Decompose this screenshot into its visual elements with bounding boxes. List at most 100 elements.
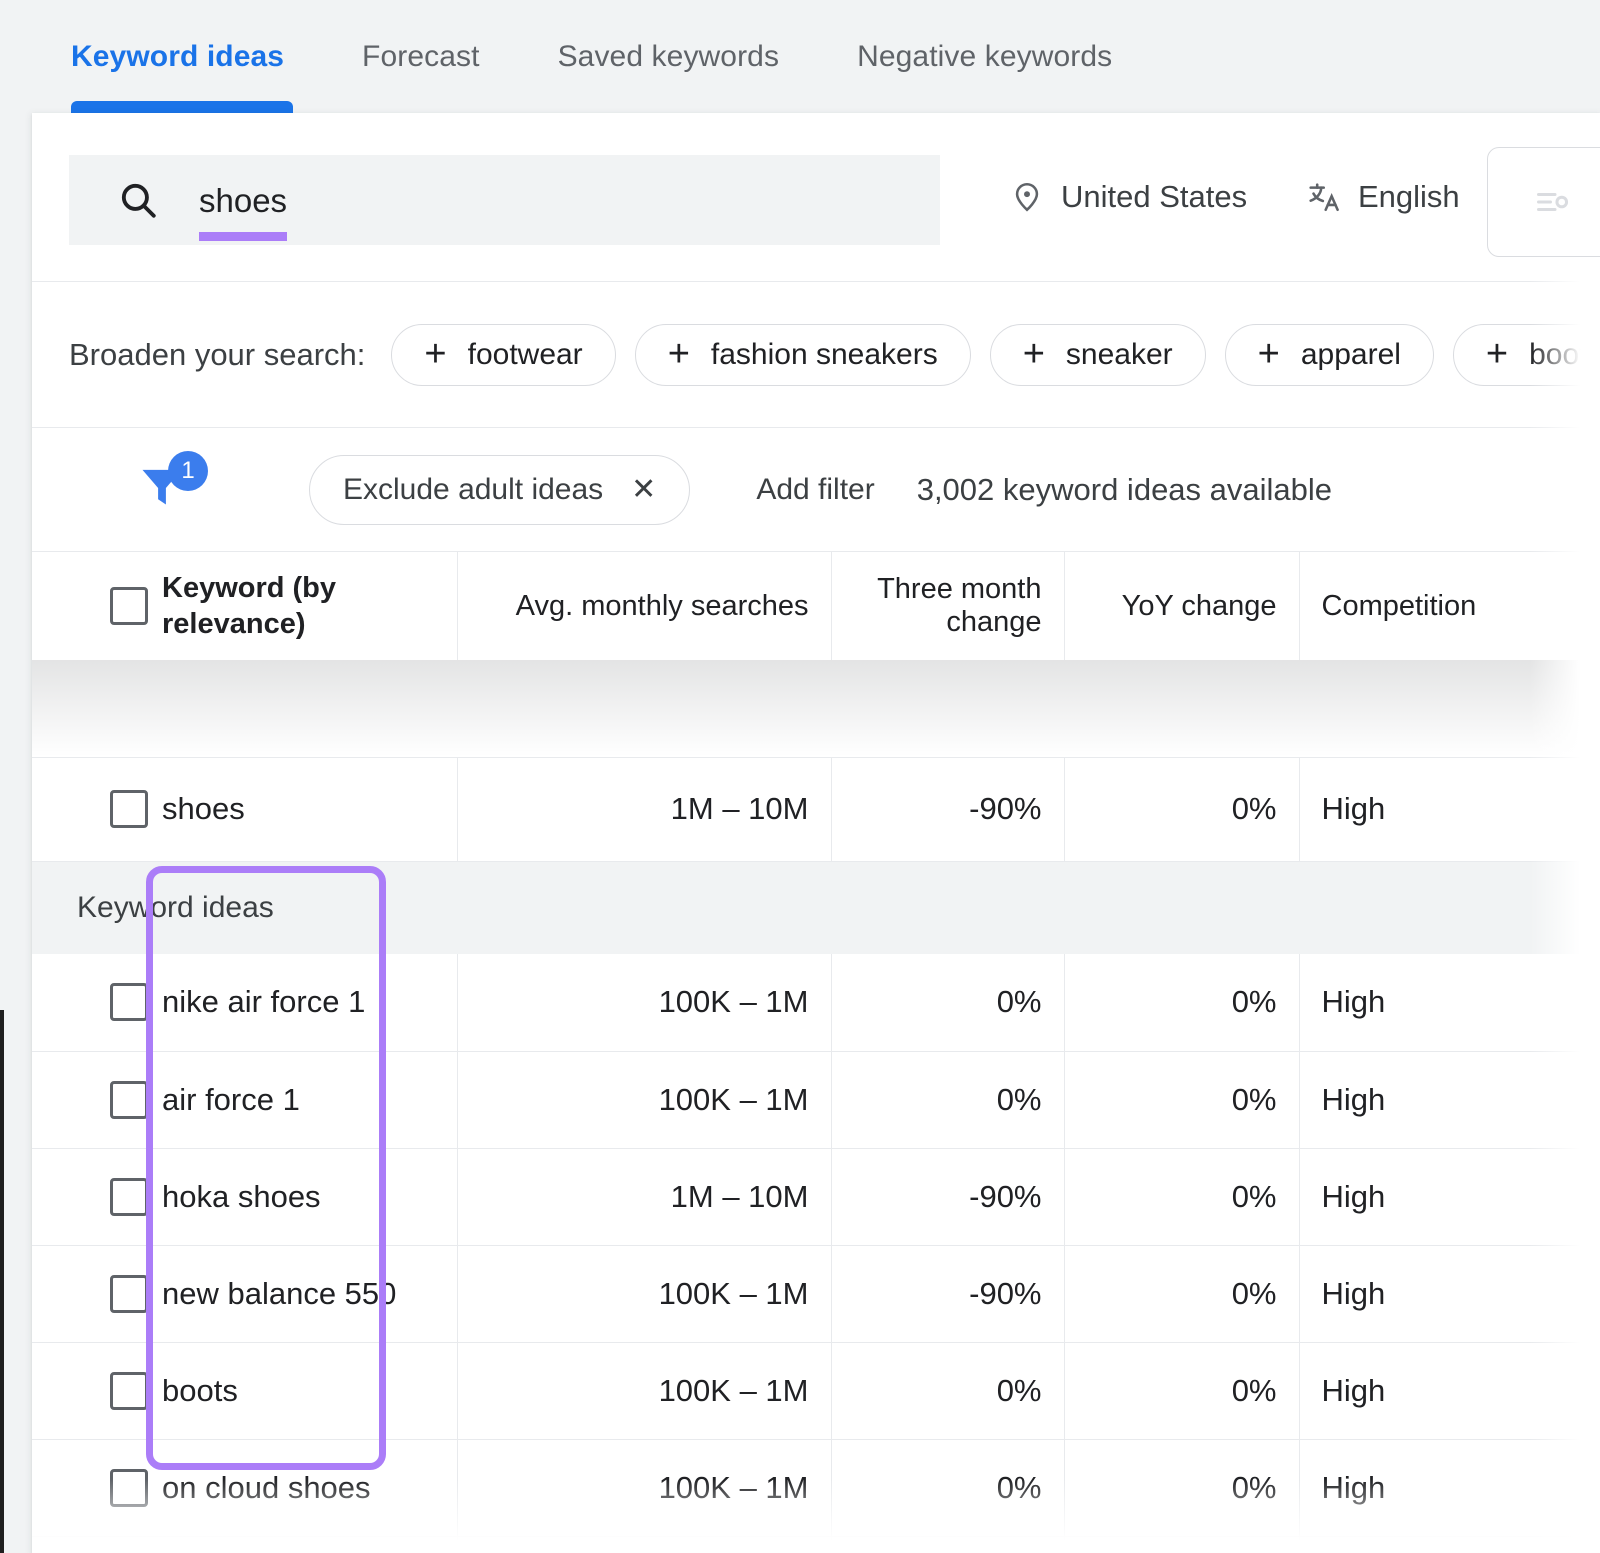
- cell-keyword: air force 1: [162, 1051, 457, 1148]
- available-ideas-count: 3,002 keyword ideas available: [917, 472, 1332, 508]
- filter-toggle-button[interactable]: 1: [136, 459, 198, 521]
- search-icon: [117, 179, 159, 221]
- row-checkbox[interactable]: [110, 1081, 148, 1119]
- cell-keyword: on cloud shoes: [162, 1439, 457, 1536]
- search-row: shoes United States: [32, 113, 1600, 282]
- broaden-chip-sneaker[interactable]: + sneaker: [990, 324, 1206, 386]
- cell-three-month-change: 0%: [831, 1342, 1064, 1439]
- broaden-chip-fashion-sneakers[interactable]: + fashion sneakers: [635, 324, 971, 386]
- column-header-keyword[interactable]: Keyword (by relevance): [162, 552, 457, 660]
- table-row[interactable]: nike air force 1 100K – 1M 0% 0% High: [32, 954, 1600, 1051]
- cell-avg-monthly-searches: 100K – 1M: [457, 1051, 831, 1148]
- cell-yoy-change: 0%: [1064, 757, 1299, 861]
- active-filter-label: Exclude adult ideas: [343, 473, 603, 507]
- tab-keyword-ideas[interactable]: Keyword ideas: [71, 0, 284, 113]
- chip-label: apparel: [1301, 338, 1401, 372]
- cell-avg-monthly-searches: 100K – 1M: [457, 954, 831, 1051]
- cell-three-month-change: -90%: [831, 1148, 1064, 1245]
- tab-saved-keywords[interactable]: Saved keywords: [558, 0, 780, 113]
- cell-three-month-change: -90%: [831, 1245, 1064, 1342]
- row-select-cell: [32, 1536, 162, 1553]
- row-select-cell: [32, 1051, 162, 1148]
- left-edge-bar: [0, 1010, 4, 1553]
- language-label: English: [1358, 179, 1460, 215]
- cell-avg-monthly-searches: 100K – 1M: [457, 1439, 831, 1536]
- column-header-avg-monthly-searches[interactable]: Avg. monthly searches: [457, 552, 831, 660]
- tab-bar: Keyword ideas Forecast Saved keywords Ne…: [0, 0, 1600, 113]
- cell-keyword: boots: [162, 1342, 457, 1439]
- broaden-chip-list: + footwear + fashion sneakers + sneaker …: [391, 324, 1600, 386]
- table-row[interactable]: boots 100K – 1M 0% 0% High: [32, 1342, 1600, 1439]
- row-checkbox[interactable]: [110, 1178, 148, 1216]
- row-checkbox[interactable]: [110, 1275, 148, 1313]
- cell-keyword: new balance 550: [162, 1245, 457, 1342]
- chip-label: sneaker: [1066, 338, 1173, 372]
- table-row[interactable]: on cloud shoes 100K – 1M 0% 0% High: [32, 1439, 1600, 1536]
- active-filter-chip[interactable]: Exclude adult ideas ✕: [309, 455, 690, 525]
- cell-competition: High: [1299, 1342, 1600, 1439]
- chip-label: footwear: [468, 338, 583, 372]
- row-select-cell: [32, 954, 162, 1051]
- row-checkbox[interactable]: [110, 1372, 148, 1410]
- chip-label: boot: [1529, 338, 1587, 372]
- select-all-checkbox[interactable]: [110, 587, 148, 625]
- cell-yoy-change: 0%: [1064, 1051, 1299, 1148]
- cell-three-month-change: +900%: [831, 1536, 1064, 1553]
- active-tab-indicator: [71, 101, 293, 113]
- row-checkbox[interactable]: [110, 1469, 148, 1507]
- cell-competition: High: [1299, 954, 1600, 1051]
- cell-three-month-change: -90%: [831, 757, 1064, 861]
- cell-yoy-change: 0%: [1064, 954, 1299, 1051]
- row-select-cell: [32, 1148, 162, 1245]
- cell-competition: High: [1299, 1439, 1600, 1536]
- row-select-cell: [32, 1439, 162, 1536]
- column-header-competition[interactable]: Competition: [1299, 552, 1600, 660]
- plus-icon: +: [1023, 341, 1045, 368]
- broaden-search-row: Broaden your search: + footwear + fashio…: [32, 282, 1600, 428]
- tab-forecast[interactable]: Forecast: [362, 0, 480, 113]
- cell-avg-monthly-searches: 1M – 10M: [457, 1148, 831, 1245]
- cell-keyword: shoes: [162, 757, 457, 861]
- search-value-wrap: shoes: [199, 184, 287, 217]
- row-checkbox[interactable]: [110, 983, 148, 1021]
- plus-icon: +: [424, 341, 446, 368]
- location-pin-icon: [1010, 180, 1044, 214]
- cell-yoy-change: 0%: [1064, 1536, 1299, 1553]
- broaden-chip-boot[interactable]: + boot: [1453, 324, 1600, 386]
- column-settings-button[interactable]: [1487, 147, 1600, 257]
- table-row[interactable]: hoka shoes 1M – 10M -90% 0% High: [32, 1148, 1600, 1245]
- plus-icon: +: [1486, 341, 1508, 368]
- row-select-cell: [32, 1245, 162, 1342]
- close-x-icon[interactable]: ✕: [631, 475, 656, 505]
- column-header-yoy-change[interactable]: YoY change: [1064, 552, 1299, 660]
- column-header-three-month-change[interactable]: Three month change: [831, 552, 1064, 660]
- keyword-table: Keyword (by relevance) Avg. monthly sear…: [32, 552, 1600, 1553]
- filter-count-badge: 1: [168, 451, 208, 491]
- language-selector[interactable]: English: [1307, 179, 1460, 215]
- cell-competition: High: [1299, 1245, 1600, 1342]
- header-shadow-cell: [32, 660, 1600, 757]
- table-row[interactable]: ugg slippers 100K – 1M +900% 0% High: [32, 1536, 1600, 1553]
- header-shadow: [32, 660, 1600, 757]
- location-selector[interactable]: United States: [1010, 179, 1247, 215]
- cell-yoy-change: 0%: [1064, 1148, 1299, 1245]
- cell-avg-monthly-searches: 100K – 1M: [457, 1536, 831, 1553]
- broaden-chip-footwear[interactable]: + footwear: [391, 324, 615, 386]
- tab-negative-keywords[interactable]: Negative keywords: [857, 0, 1112, 113]
- table-header: Keyword (by relevance) Avg. monthly sear…: [32, 552, 1600, 757]
- add-filter-button[interactable]: Add filter: [756, 473, 874, 507]
- section-label-row: Keyword ideas: [32, 861, 1600, 954]
- cell-competition: High: [1299, 757, 1600, 861]
- search-input[interactable]: shoes: [69, 155, 940, 245]
- cell-three-month-change: 0%: [831, 1439, 1064, 1536]
- search-query-value: shoes: [199, 182, 287, 219]
- table-row[interactable]: air force 1 100K – 1M 0% 0% High: [32, 1051, 1600, 1148]
- table-row[interactable]: new balance 550 100K – 1M -90% 0% High: [32, 1245, 1600, 1342]
- tab-list: Keyword ideas Forecast Saved keywords Ne…: [71, 0, 1112, 113]
- select-all-cell: [32, 552, 162, 660]
- row-checkbox[interactable]: [110, 790, 148, 828]
- table-row[interactable]: shoes 1M – 10M -90% 0% High: [32, 757, 1600, 861]
- cell-competition: High: [1299, 1148, 1600, 1245]
- broaden-chip-apparel[interactable]: + apparel: [1225, 324, 1434, 386]
- cell-yoy-change: 0%: [1064, 1245, 1299, 1342]
